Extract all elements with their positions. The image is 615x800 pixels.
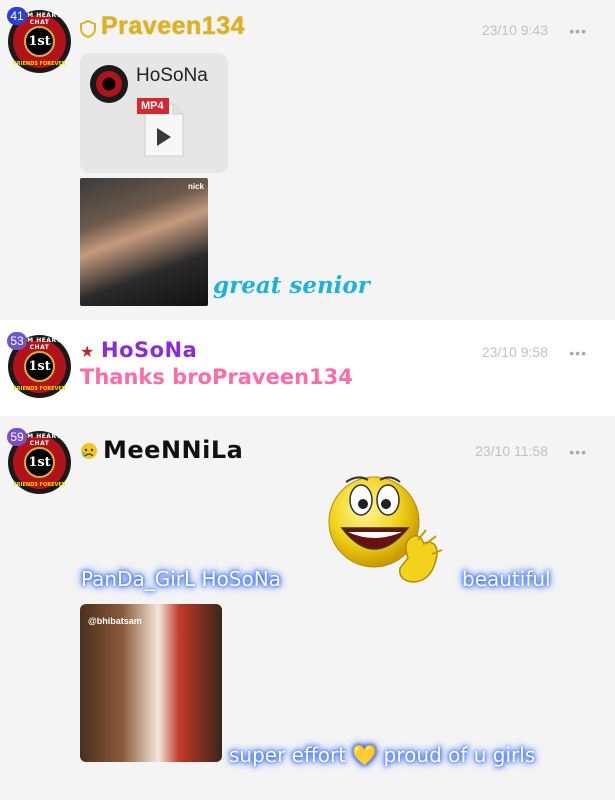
timestamp: 23/10 11:58 (475, 443, 548, 459)
gif-image[interactable]: @bhibatsam (80, 604, 222, 762)
message-text: beautiful (462, 567, 551, 591)
avatar-center: 1st (24, 351, 55, 382)
avatar-arc-bottom: FRIENDS FOREVER (13, 386, 66, 392)
more-options-icon[interactable]: ••• (569, 24, 587, 38)
message-post: FAM HEART CHAT 1st FRIENDS FOREVER 59 Me… (0, 416, 615, 800)
star-icon: ★ (80, 342, 95, 361)
shield-icon (80, 19, 96, 42)
gif-watermark: nick (187, 182, 204, 191)
file-sender-avatar (90, 65, 128, 103)
avatar[interactable]: FAM HEART CHAT 1st FRIENDS FOREVER 41 (7, 7, 71, 73)
avatar-arc-bottom: FRIENDS FOREVER (13, 482, 66, 488)
timestamp: 23/10 9:43 (481, 22, 548, 38)
clapping-smiley-icon (328, 470, 456, 595)
level-badge: 53 (7, 332, 27, 350)
avatar-center: 1st (24, 447, 55, 478)
gif-watermark: @bhibatsam (88, 616, 142, 626)
avatar[interactable]: FAM HEART CHAT 1st FRIENDS FOREVER 53 (7, 332, 71, 398)
crying-face-icon (80, 442, 98, 464)
message-text-mention: PanDa_GirL HoSoNa (81, 567, 281, 591)
avatar[interactable]: FAM HEART CHAT 1st FRIENDS FOREVER 59 (7, 428, 71, 494)
avatar-center: 1st (24, 26, 55, 57)
avatar-arc-bottom: FRIENDS FOREVER (13, 61, 66, 67)
message-post: FAM HEART CHAT 1st FRIENDS FOREVER 41 Pr… (0, 0, 615, 320)
username[interactable]: HoSoNa (101, 338, 197, 362)
gif-image[interactable]: nick (80, 178, 208, 306)
file-attachment[interactable]: HoSoNa MP4 (80, 53, 228, 173)
file-title: HoSoNa (136, 65, 208, 86)
message-text: super effort 💛 proud of u girls (229, 743, 536, 767)
video-file-icon: MP4 (137, 96, 185, 158)
username[interactable]: MeeNNiLa (103, 436, 243, 464)
more-options-icon[interactable]: ••• (569, 346, 587, 360)
username[interactable]: Praveen134 (101, 12, 245, 41)
message-text: Thanks broPraveen134 (80, 365, 353, 389)
level-badge: 59 (7, 428, 27, 446)
message-text: great senior (213, 272, 370, 299)
message-post: FAM HEART CHAT 1st FRIENDS FOREVER 53 ★ … (0, 320, 615, 416)
file-type-label: MP4 (141, 100, 164, 112)
level-badge: 41 (7, 7, 27, 25)
more-options-icon[interactable]: ••• (569, 445, 587, 459)
timestamp: 23/10 9:58 (481, 344, 548, 360)
